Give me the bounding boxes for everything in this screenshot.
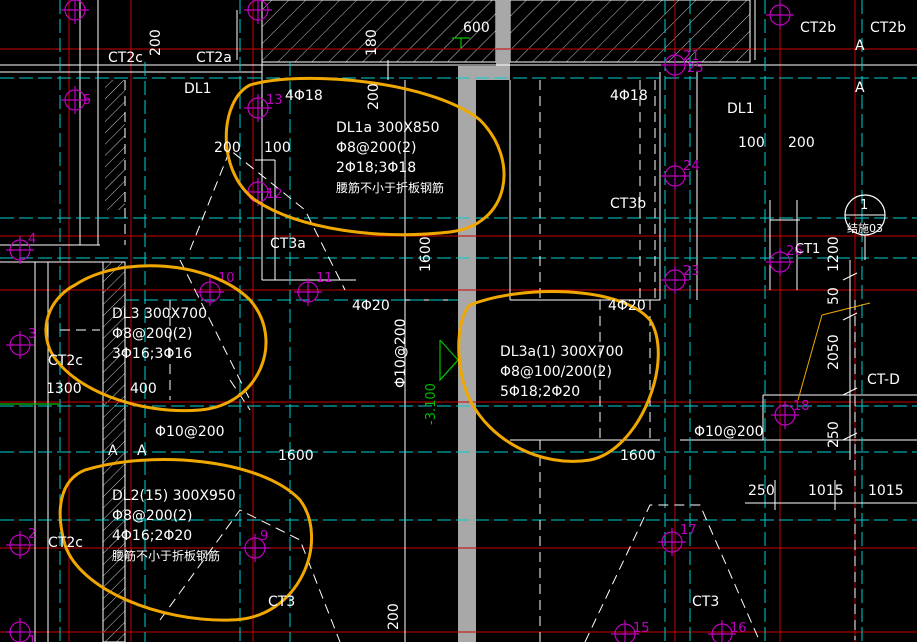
pile-number: 18 [793,399,810,414]
dim-200-top: 200 [148,29,164,56]
dl3a-stirrup: Φ8@100/200(2) [500,364,612,380]
dim-600: 600 [463,20,490,36]
dl3-bars: 3Φ16;3Φ16 [112,346,192,362]
pile-number: 9 [260,529,268,544]
elevation-text: -3.100 [424,383,439,425]
label-a2: A [137,443,147,459]
label-ct1: CT1 [795,242,820,257]
pile-number: 2 [28,527,36,542]
rebar-phi10-left: Φ10@200 [155,424,225,440]
dl3-title: DL3 300X700 [112,306,207,322]
pile-number: 16 [730,621,747,636]
dim-1600-left: 1600 [278,448,314,464]
dl1a-waist: 腰筋不小于折板钢筋 [336,180,444,195]
dim-100-right: 100 [738,135,765,151]
cad-drawing-canvas: 1 2 3 4 5 9 10 11 12 13 15 16 17 18 21 2… [0,0,917,642]
dim-1600-right: 1600 [620,448,656,464]
pile-number: 4 [28,232,36,247]
label-ct2c-mid: CT2c [48,353,83,369]
dim-2050: 2050 [826,334,842,370]
label-ct3b: CT3b [610,196,646,212]
rebar-4phi18-right: 4Φ18 [610,88,648,104]
label-ct2c-bot: CT2c [48,535,83,551]
dim-50: 50 [826,287,842,305]
label-dl1-right: DL1 [727,101,755,117]
pile-number: 5 [83,93,91,108]
section-number: 1 [860,198,868,213]
dim-200-mid: 200 [366,83,382,110]
dim-1300: 1300 [46,381,82,397]
dim-1600-vertical: 1600 [418,236,434,272]
dl2-bars: 4Φ16;2Φ20 [112,528,192,544]
label-ct3-right: CT3 [692,594,719,610]
dl1a-bars: 2Φ18;3Φ18 [336,160,416,176]
dim-200-right: 200 [788,135,815,151]
rebar-phi10-vertical: Φ10@200 [393,318,409,388]
label-ct3a: CT3a [270,236,306,252]
dim-1015-left: 1015 [808,483,844,499]
dim-250-vertical: 250 [826,421,842,448]
label-ct2b-2: CT2b [870,20,906,36]
label-ct3-left: CT3 [268,594,295,610]
pile-number: 1 [28,634,36,642]
dim-200-bottom: 200 [386,603,402,630]
dim-400: 400 [130,381,157,397]
pile-number: 15 [633,621,650,636]
dl3a-bars: 5Φ18;2Φ20 [500,384,580,400]
dim-100-left: 100 [264,140,291,156]
rebar-4phi20-right: 4Φ20 [608,298,646,314]
label-a1: A [108,443,118,459]
pile-number: 23 [683,264,700,279]
dl1a-stirrup: Φ8@200(2) [336,140,416,156]
rebar-4phi20-left: 4Φ20 [352,298,390,314]
dl2-title: DL2(15) 300X950 [112,488,236,504]
label-ct2c-top: CT2c [108,50,143,66]
pile-number: 3 [28,327,36,342]
pile-number: 25 [687,61,704,76]
pile-number: 13 [266,93,283,108]
dl2-waist: 腰筋不小于折板钢筋 [112,548,220,563]
dim-180: 180 [364,29,380,56]
label-a3: A [855,38,865,54]
label-dl1-left: DL1 [184,81,212,97]
label-ct2b-1: CT2b [800,20,836,36]
pile-number: 17 [680,523,697,538]
section-ref: 结施03 [847,222,883,235]
dim-1200: 1200 [826,236,842,272]
dl1a-title: DL1a 300X850 [336,120,440,136]
pile-number: 11 [316,271,333,286]
dim-250-horizontal: 250 [748,483,775,499]
label-a4: A [855,80,865,96]
label-ctd: CT-D [867,372,900,388]
label-ct2a: CT2a [196,50,232,66]
pile-number: 24 [683,159,700,174]
dim-200-left: 200 [214,140,241,156]
dim-1015-right: 1015 [868,483,904,499]
dl3a-title: DL3a(1) 300X700 [500,344,623,360]
dl3-stirrup: Φ8@200(2) [112,326,192,342]
dl2-stirrup: Φ8@200(2) [112,508,192,524]
pile-number: 12 [266,187,283,202]
rebar-phi10-right: Φ10@200 [694,424,764,440]
rebar-4phi18-left: 4Φ18 [285,88,323,104]
